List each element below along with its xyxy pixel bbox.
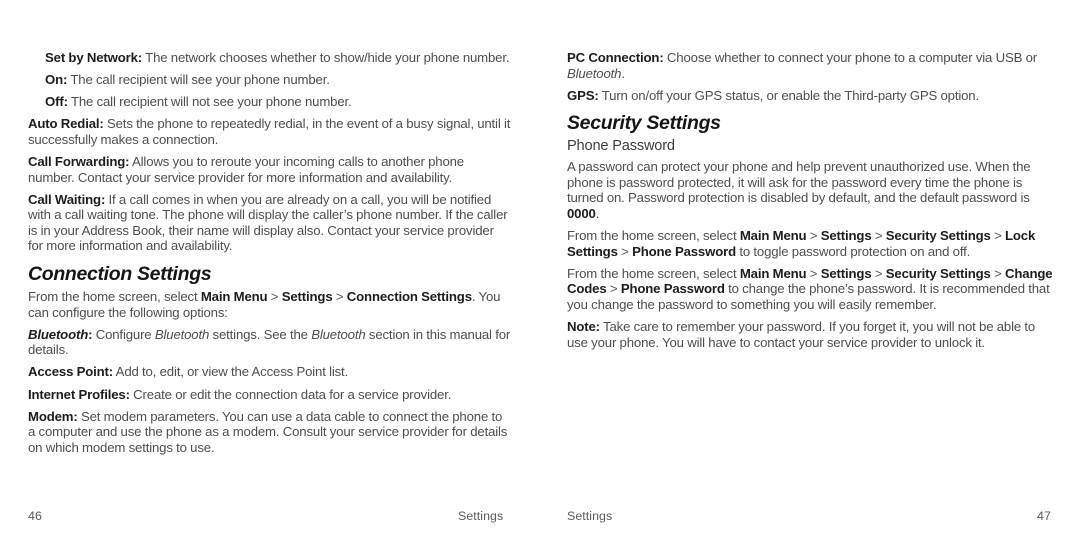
term-label: Access Point: [28,364,114,380]
change-password-path: From the home screen, select Main Menu >… [567,266,1053,313]
note-paragraph: Note: Take care to remember your passwor… [567,319,1053,350]
term-body: Add to, edit, or view the Access Point l… [113,364,349,380]
breadcrumb-separator: > [871,265,886,281]
breadcrumb-separator: > [990,265,1005,281]
term-gps: GPS: Turn on/off your GPS status, or ena… [567,88,1053,104]
password-intro-paragraph: A password can protect your phone and he… [567,159,1053,221]
term-body: Set modem parameters. You can use a data… [28,408,508,455]
breadcrumb-settings: Settings [820,228,872,244]
toggle-password-path: From the home screen, select Main Menu >… [567,228,1053,259]
heading-connection-settings: Connection Settings [28,263,212,286]
term-internet-profiles: Internet Profiles: Create or edit the co… [28,387,512,403]
term-body-a: Configure [92,326,155,342]
breadcrumb-security-settings: Security Settings [885,228,991,244]
term-label: PC Connection: [567,50,664,65]
term-body: The network chooses whether to show/hide… [142,50,510,65]
page-footer: 46 Settings Settings 47 [0,496,1080,540]
italic-bluetooth: Bluetooth [567,65,622,81]
breadcrumb-separator: > [332,289,347,305]
page-number-right: 47 [1037,509,1051,523]
term-label: Internet Profiles: [28,386,130,402]
italic-bluetooth-2: Bluetooth [311,326,366,342]
path-lead: From the home screen, select [567,265,740,281]
term-set-by-network: Set by Network: The network chooses whet… [28,50,512,66]
term-pc-connection: PC Connection: Choose whether to connect… [567,50,1053,81]
heading-security-settings: Security Settings [567,112,721,135]
term-label-italic: Bluetooth [28,326,89,342]
intro-body-b: . [595,206,600,222]
term-body: The call recipient will see your phone n… [67,72,330,88]
left-page: Set by Network: The network chooses whet… [0,0,540,540]
path-lead: From the home screen, select [28,289,201,305]
term-body-b: settings. See the [209,326,312,342]
italic-bluetooth-1: Bluetooth [154,326,210,342]
breadcrumb-main-menu: Main Menu [739,228,807,244]
breadcrumb-separator: > [267,289,282,305]
breadcrumb-main-menu: Main Menu [200,289,268,305]
term-modem: Modem: Set modem parameters. You can use… [28,409,512,456]
term-label: Call Forwarding: [28,153,130,169]
term-access-point: Access Point: Add to, edit, or view the … [28,364,512,380]
breadcrumb-separator: > [871,228,886,244]
breadcrumb-main-menu: Main Menu [739,265,807,281]
note-label: Note: [567,319,600,335]
term-call-waiting: Call Waiting: If a call comes in when yo… [28,192,512,254]
term-auto-redial: Auto Redial: Sets the phone to repeatedl… [28,116,512,147]
breadcrumb-separator: > [606,281,621,297]
breadcrumb-separator: > [806,265,821,281]
term-body: The call recipient will not see your pho… [67,94,352,110]
breadcrumb-connection-settings: Connection Settings [346,289,472,305]
term-body: Create or edit the connection data for a… [129,386,452,402]
term-body: Turn on/off your GPS status, or enable t… [598,87,979,103]
breadcrumb-settings: Settings [281,289,333,305]
path-lead: From the home screen, select [567,228,740,244]
term-body-b: . [621,65,625,81]
breadcrumb-separator: > [990,228,1005,244]
term-label: Call Waiting: [28,191,106,207]
term-label: Auto Redial: [28,116,104,132]
term-label: GPS: [567,87,599,103]
intro-body-a: A password can protect your phone and he… [567,159,1031,206]
connection-settings-path: From the home screen, select Main Menu >… [28,289,512,320]
footer-label-left: Settings [458,509,504,523]
breadcrumb-settings: Settings [820,265,872,281]
breadcrumb-phone-password: Phone Password [620,281,725,297]
term-label: Modem: [28,408,78,424]
default-password-value: 0000 [567,206,596,222]
breadcrumb-phone-password: Phone Password [632,243,736,259]
right-page: PC Connection: Choose whether to connect… [540,0,1080,540]
breadcrumb-security-settings: Security Settings [885,265,991,281]
term-on: On: The call recipient will see your pho… [28,72,512,88]
term-label: Off: [45,94,68,110]
left-page-text-column: Set by Network: The network chooses whet… [28,50,512,462]
note-body: Take care to remember your password. If … [567,319,1036,350]
breadcrumb-separator: > [617,243,633,259]
path-tail: to toggle password protection on and off… [735,243,971,259]
subheading-phone-password: Phone Password [567,138,675,155]
page-number-left: 46 [28,509,42,523]
term-bluetooth: Bluetooth: Configure Bluetooth settings.… [28,327,512,358]
breadcrumb-separator: > [806,228,821,244]
term-body-a: Choose whether to connect your phone to … [663,50,1038,65]
footer-label-right: Settings [567,509,613,523]
right-page-text-column: PC Connection: Choose whether to connect… [567,50,1053,357]
term-label: Set by Network: [45,50,143,65]
term-off: Off: The call recipient will not see you… [28,94,512,110]
term-label: On: [45,72,68,88]
manual-page-spread: Set by Network: The network chooses whet… [0,0,1080,540]
term-call-forwarding: Call Forwarding: Allows you to reroute y… [28,154,512,185]
